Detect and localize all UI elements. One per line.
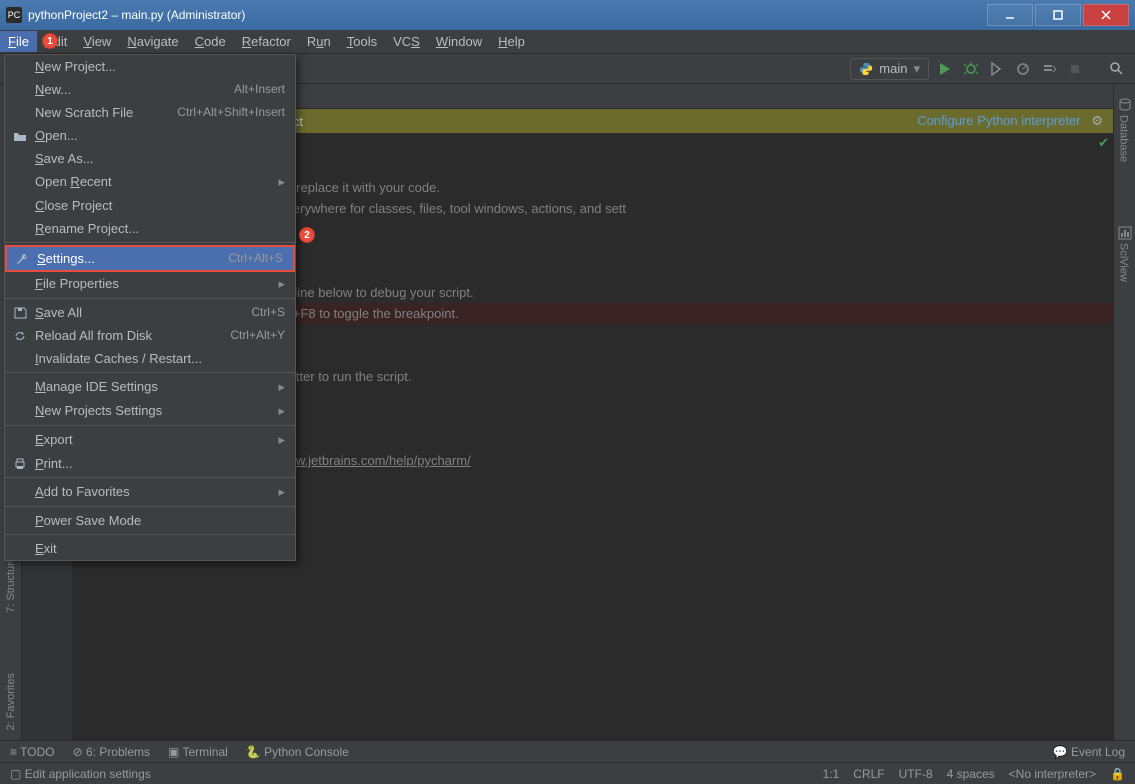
menu-item-save-as-[interactable]: Save As... — [5, 147, 295, 170]
tool-todo[interactable]: ≡ TODO — [10, 745, 55, 759]
search-everywhere-button[interactable] — [1107, 59, 1127, 79]
reload-icon — [13, 329, 27, 343]
status-bar: ▢ Edit application settings 1:1 CRLF UTF… — [0, 762, 1135, 784]
menu-refactor[interactable]: Refactor — [234, 31, 299, 52]
open-icon — [13, 129, 27, 143]
menu-item-manage-ide-settings[interactable]: Manage IDE Settings▸ — [5, 375, 295, 399]
tool-favorites[interactable]: 2: Favorites — [5, 673, 17, 730]
stop-button[interactable] — [1065, 59, 1085, 79]
menu-view[interactable]: View — [75, 31, 119, 52]
menu-item-print-[interactable]: Print... — [5, 452, 295, 475]
menu-item-reload-all-from-disk[interactable]: Reload All from DiskCtrl+Alt+Y — [5, 324, 295, 347]
run-button[interactable] — [935, 59, 955, 79]
run-config-selector[interactable]: main ▾ — [850, 58, 929, 80]
menu-item-add-to-favorites[interactable]: Add to Favorites▸ — [5, 480, 295, 504]
tool-python-console[interactable]: 🐍 Python Console — [246, 745, 349, 759]
file-menu-dropdown: New Project...New...Alt+InsertNew Scratc… — [4, 54, 296, 561]
indent[interactable]: 4 spaces — [947, 767, 995, 781]
banner-action[interactable]: Configure Python interpreter — [917, 113, 1080, 128]
menu-help[interactable]: Help — [490, 31, 533, 52]
status-message: Edit application settings — [25, 767, 151, 781]
tool-terminal[interactable]: ▣ Terminal — [168, 745, 228, 759]
coverage-button[interactable] — [987, 59, 1007, 79]
save-icon — [13, 306, 27, 320]
tool-problems[interactable]: ⊘ 6: Problems — [73, 745, 150, 759]
encoding[interactable]: UTF-8 — [899, 767, 933, 781]
event-log[interactable]: 💬 Event Log — [1053, 745, 1125, 759]
tool-sciview[interactable]: SciView — [1118, 243, 1130, 282]
menu-item-settings-[interactable]: Settings...Ctrl+Alt+S — [5, 245, 295, 272]
tool-structure[interactable]: 7: Structure — [5, 556, 17, 613]
menu-tools[interactable]: Tools — [339, 31, 385, 52]
menu-item-new-scratch-file[interactable]: New Scratch FileCtrl+Alt+Shift+Insert — [5, 101, 295, 124]
annotation-badge-2: 2 — [299, 227, 315, 243]
right-tool-strip: Database SciView — [1113, 84, 1135, 740]
window-title: pythonProject2 – main.py (Administrator) — [28, 8, 985, 22]
menu-item-open-recent[interactable]: Open Recent▸ — [5, 170, 295, 194]
titlebar: PC pythonProject2 – main.py (Administrat… — [0, 0, 1135, 30]
status-icon[interactable]: ▢ — [10, 767, 21, 781]
menu-item-new-project-[interactable]: New Project... — [5, 55, 295, 78]
line-ending[interactable]: CRLF — [853, 767, 884, 781]
menu-window[interactable]: Window — [428, 31, 490, 52]
chevron-down-icon: ▾ — [913, 61, 920, 77]
python-icon — [859, 62, 873, 76]
menu-item-exit[interactable]: Exit — [5, 537, 295, 560]
tool-database[interactable]: Database — [1118, 115, 1130, 162]
menu-item-invalidate-caches-restart-[interactable]: Invalidate Caches / Restart... — [5, 347, 295, 370]
lock-icon[interactable]: 🔒 — [1110, 767, 1125, 781]
interpreter[interactable]: <No interpreter> — [1009, 767, 1096, 781]
menu-file[interactable]: File — [0, 31, 37, 52]
inspection-ok-icon[interactable]: ✔ — [1098, 135, 1109, 151]
menu-code[interactable]: Code — [187, 31, 234, 52]
menu-item-new-[interactable]: New...Alt+Insert — [5, 78, 295, 101]
database-icon — [1118, 98, 1132, 112]
menu-item-file-properties[interactable]: File Properties▸ — [5, 272, 295, 296]
menu-item-close-project[interactable]: Close Project — [5, 194, 295, 217]
app-icon: PC — [6, 7, 22, 23]
menu-item-open-[interactable]: Open... — [5, 124, 295, 147]
menubar: File Edit View Navigate Code Refactor Ru… — [0, 30, 1135, 54]
run-config-label: main — [879, 61, 907, 76]
bottom-toolbar: ≡ TODO ⊘ 6: Problems ▣ Terminal 🐍 Python… — [0, 740, 1135, 762]
menu-item-power-save-mode[interactable]: Power Save Mode — [5, 509, 295, 532]
gear-icon[interactable]: ⚙ — [1091, 113, 1103, 128]
menu-item-new-projects-settings[interactable]: New Projects Settings▸ — [5, 399, 295, 423]
menu-item-rename-project-[interactable]: Rename Project... — [5, 217, 295, 240]
minimize-button[interactable] — [987, 4, 1033, 26]
annotation-badge-1: 1 — [42, 33, 58, 49]
menu-vcs[interactable]: VCS — [385, 31, 428, 52]
menu-navigate[interactable]: Navigate — [119, 31, 186, 52]
maximize-button[interactable] — [1035, 4, 1081, 26]
menu-item-export[interactable]: Export▸ — [5, 428, 295, 452]
print-icon — [13, 457, 27, 471]
profile-button[interactable] — [1013, 59, 1033, 79]
wrench-icon — [15, 252, 29, 266]
cursor-position[interactable]: 1:1 — [823, 767, 840, 781]
debug-button[interactable] — [961, 59, 981, 79]
menu-item-save-all[interactable]: Save AllCtrl+S — [5, 301, 295, 324]
attach-button[interactable] — [1039, 59, 1059, 79]
sciview-icon — [1118, 226, 1132, 240]
menu-run[interactable]: Run — [299, 31, 339, 52]
close-button[interactable] — [1083, 4, 1129, 26]
